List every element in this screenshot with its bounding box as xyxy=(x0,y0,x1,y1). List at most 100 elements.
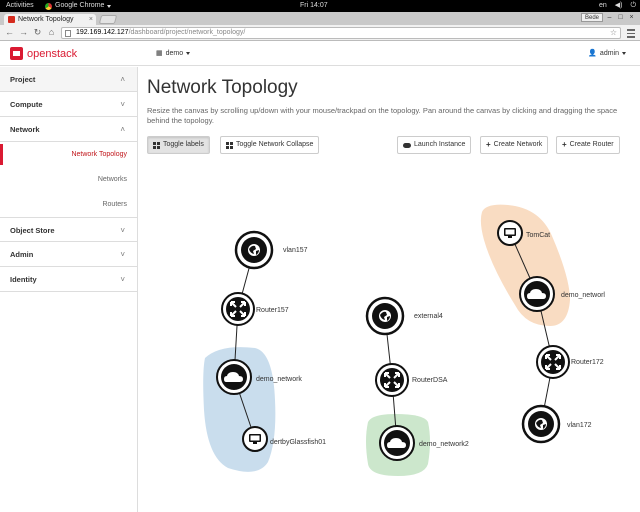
node-label: vlan157 xyxy=(283,247,308,254)
node-routerdsa-core xyxy=(380,368,404,392)
sidebar-section-network[interactable]: Network ˄ xyxy=(0,117,137,142)
sidebar-item-routers[interactable]: Routers xyxy=(0,192,137,217)
openstack-logo[interactable]: openstack xyxy=(10,47,77,60)
toggle-labels-button[interactable]: Toggle labels xyxy=(147,136,210,154)
toggle-network-collapse-button[interactable]: Toggle Network Collapse xyxy=(220,136,320,154)
user-menu[interactable]: 👤 admin xyxy=(588,49,626,57)
node-label: demo_network xyxy=(256,376,302,383)
activities-button[interactable]: Activities xyxy=(6,0,34,12)
button-label: Launch Instance xyxy=(414,141,466,148)
sidebar-section-project[interactable]: Project ˄ xyxy=(0,67,137,92)
address-bar[interactable]: 192.169.142.127/dashboard/project/networ… xyxy=(61,27,621,39)
reload-icon[interactable]: ↻ xyxy=(32,27,43,38)
plus-icon: + xyxy=(486,140,491,149)
app-name: Google Chrome xyxy=(55,2,105,9)
node-router157-core xyxy=(226,297,250,321)
chevron-down-icon xyxy=(622,51,626,55)
back-icon[interactable]: ← xyxy=(4,27,15,38)
minimize-icon[interactable]: – xyxy=(605,13,614,22)
node-label: Router172 xyxy=(571,359,604,366)
sidebar-section-admin[interactable]: Admin ˅ xyxy=(0,242,137,267)
chevron-down-icon: ˅ xyxy=(120,100,125,109)
grid-icon xyxy=(226,141,233,149)
openstack-logo-icon xyxy=(10,47,23,60)
sidebar-section-label: Object Store xyxy=(10,226,55,235)
url-path: /dashboard/project/network_topology/ xyxy=(128,29,246,36)
globe-icon xyxy=(248,244,260,256)
help-text: Resize the canvas by scrolling up/down w… xyxy=(147,106,618,125)
node-label: demo_network2 xyxy=(419,441,469,448)
close-icon[interactable]: × xyxy=(89,14,93,25)
browser-tab[interactable]: Network Topology × xyxy=(4,14,96,25)
node-label: TomCat xyxy=(526,232,550,239)
chevron-down-icon: ˅ xyxy=(120,226,125,235)
volume-icon[interactable]: ◀) xyxy=(615,0,623,12)
button-label: Create Network xyxy=(493,141,543,148)
sidebar-section-label: Project xyxy=(10,75,36,84)
maximize-icon[interactable]: □ xyxy=(616,13,625,22)
sidebar-section-label: Compute xyxy=(10,100,43,109)
sidebar-section-label: Identity xyxy=(10,275,37,284)
node-label: dertbyGlassfish01 xyxy=(270,439,326,446)
sidebar-section-label: Network xyxy=(10,125,40,134)
node-label: external4 xyxy=(414,313,443,320)
sidebar-section-identity[interactable]: Identity ˅ xyxy=(0,267,137,292)
button-label: Create Router xyxy=(569,141,614,148)
sidebar-item-label: Networks xyxy=(97,176,127,183)
node-label: RouterDSA xyxy=(412,377,448,384)
user-icon: 👤 xyxy=(588,50,597,57)
browser-tabstrip: Network Topology × Bede – □ × xyxy=(0,12,640,25)
sidebar: Project ˄ Compute ˅ Network ˄ Network To… xyxy=(0,67,138,512)
clock[interactable]: Fri 14:07 xyxy=(300,0,328,12)
sidebar-item-network-topology[interactable]: Network Topology xyxy=(0,142,137,167)
button-label: Toggle labels xyxy=(163,141,204,148)
sidebar-section-object-store[interactable]: Object Store ˅ xyxy=(0,217,137,242)
node-label: demo_networl xyxy=(561,292,605,299)
new-tab-button[interactable] xyxy=(98,15,118,24)
cloud-upload-icon xyxy=(403,142,411,148)
node-label: vlan172 xyxy=(567,422,592,429)
tab-title: Network Topology xyxy=(18,16,74,23)
chevron-down-icon xyxy=(107,4,112,8)
chevron-down-icon xyxy=(186,51,191,55)
forward-icon[interactable]: → xyxy=(18,27,29,38)
window-controls: Bede – □ × xyxy=(580,13,636,22)
plus-icon: + xyxy=(562,140,567,149)
globe-icon xyxy=(379,310,391,322)
page-title: Network Topology xyxy=(147,77,298,98)
profile-badge[interactable]: Bede xyxy=(580,13,603,22)
project-switcher[interactable]: ▦ demo xyxy=(156,49,191,57)
system-tray[interactable]: en ◀) ⏻ xyxy=(599,0,636,12)
chevron-down-icon: ˅ xyxy=(120,275,125,284)
node-label: Router157 xyxy=(256,307,289,314)
power-icon[interactable]: ⏻ xyxy=(630,0,636,12)
sidebar-item-networks[interactable]: Networks xyxy=(0,167,137,192)
chevron-up-icon: ˄ xyxy=(120,75,125,84)
hamburger-menu-icon[interactable] xyxy=(626,27,636,38)
project-name: demo xyxy=(165,49,184,57)
openstack-favicon-icon xyxy=(8,16,15,23)
language-indicator[interactable]: en xyxy=(599,0,607,12)
chevron-down-icon: ˅ xyxy=(120,250,125,259)
chevron-up-icon: ˄ xyxy=(120,125,125,134)
project-grid-icon: ▦ xyxy=(156,50,163,57)
brand-name: openstack xyxy=(27,47,78,60)
button-label: Toggle Network Collapse xyxy=(236,141,314,148)
globe-icon xyxy=(535,418,547,430)
launch-instance-button[interactable]: Launch Instance xyxy=(397,136,472,154)
browser-toolbar: ← → ↻ ⌂ 192.169.142.127/dashboard/projec… xyxy=(0,25,640,41)
create-network-button[interactable]: + Create Network xyxy=(480,136,549,154)
create-router-button[interactable]: + Create Router xyxy=(556,136,620,154)
bookmark-star-icon[interactable]: ☆ xyxy=(610,28,617,38)
grid-icon xyxy=(153,141,160,149)
sidebar-item-label: Routers xyxy=(102,201,127,208)
window-close-icon[interactable]: × xyxy=(627,13,636,22)
system-top-bar: Activities Google Chrome Fri 14:07 en ◀)… xyxy=(0,0,640,12)
sidebar-section-compute[interactable]: Compute ˅ xyxy=(0,92,137,117)
node-router172-core xyxy=(541,350,565,374)
sidebar-item-label: Network Topology xyxy=(71,151,127,158)
chrome-icon xyxy=(45,2,52,10)
app-menu[interactable]: Google Chrome xyxy=(45,0,112,12)
home-icon[interactable]: ⌂ xyxy=(46,27,57,38)
page-icon xyxy=(65,30,71,37)
